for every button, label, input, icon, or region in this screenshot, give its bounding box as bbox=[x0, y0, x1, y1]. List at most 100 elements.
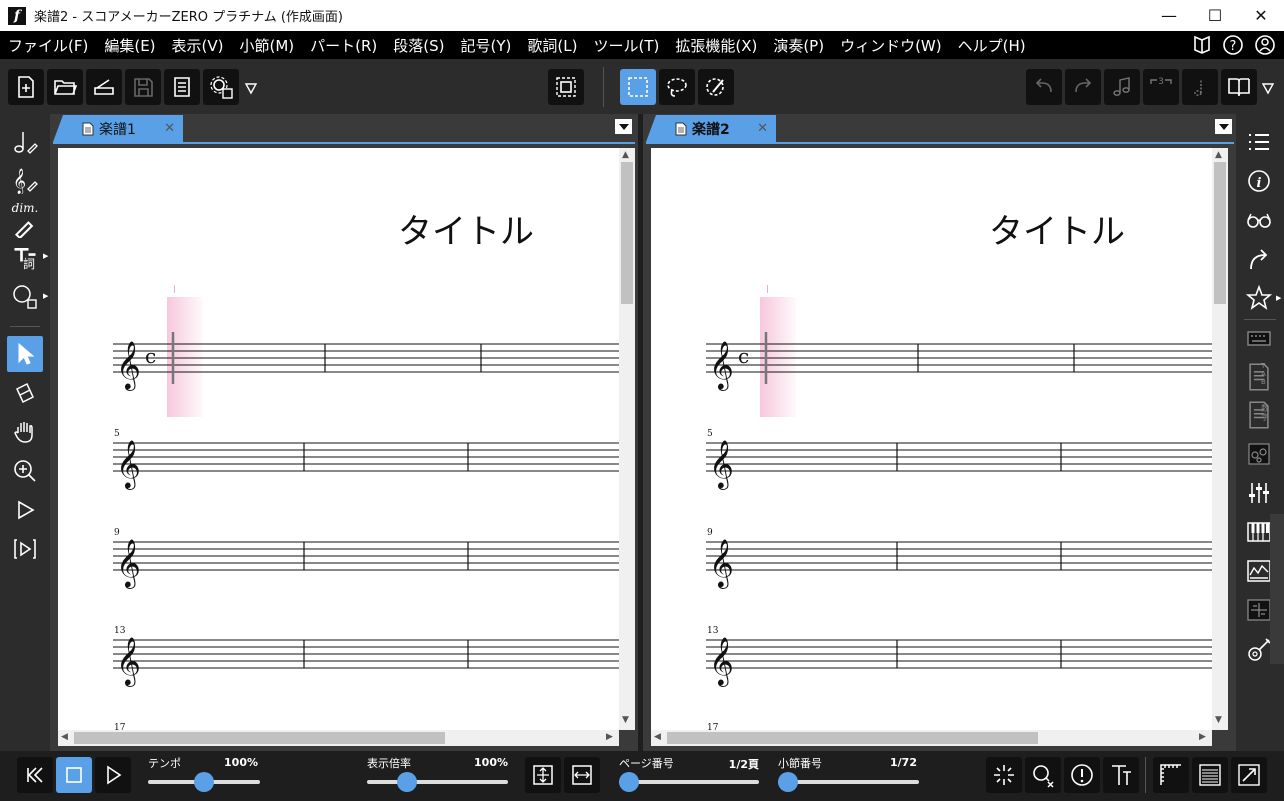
clef-pen-tool[interactable]: 𝄞 bbox=[7, 162, 43, 198]
minimize-button[interactable]: — bbox=[1146, 0, 1192, 31]
settings-button[interactable] bbox=[203, 69, 239, 105]
scroll-left-icon[interactable]: ◀ bbox=[61, 732, 68, 742]
measure-slider[interactable]: 小節番号 1/72 bbox=[778, 755, 919, 795]
common-time-signature[interactable]: c bbox=[738, 344, 749, 368]
scroll-up-icon[interactable]: ▲ bbox=[1215, 150, 1222, 160]
menu-measure[interactable]: 小節(M) bbox=[232, 35, 303, 56]
horizontal-scrollbar[interactable]: ◀ ▶ bbox=[651, 730, 1212, 746]
measure-knob[interactable] bbox=[778, 772, 798, 792]
number-score-button[interactable]: 数字 bbox=[1241, 396, 1277, 432]
score-list-button[interactable] bbox=[164, 69, 200, 105]
scroll-thumb[interactable] bbox=[74, 732, 445, 744]
menu-play[interactable]: 演奏(P) bbox=[765, 35, 832, 56]
vertical-scrollbar[interactable]: ▲ ▼ bbox=[619, 148, 635, 730]
eraser-tool[interactable] bbox=[7, 375, 43, 411]
staff-view-button[interactable] bbox=[1192, 757, 1228, 793]
tempo-slider[interactable]: テンポ 100% bbox=[148, 755, 260, 795]
close-tab-icon[interactable]: ✕ bbox=[757, 121, 768, 136]
scroll-down-icon[interactable]: ▼ bbox=[622, 715, 629, 725]
toolbar-more-right-button[interactable] bbox=[1259, 75, 1277, 101]
scroll-down-icon[interactable]: ▼ bbox=[1215, 715, 1222, 725]
account-icon[interactable] bbox=[1254, 34, 1276, 56]
menu-edit[interactable]: 編集(E) bbox=[96, 35, 163, 56]
part-list-button[interactable] bbox=[1241, 124, 1277, 160]
tab-list-dropdown[interactable] bbox=[615, 119, 632, 134]
note-pen-tool[interactable] bbox=[7, 124, 43, 160]
menu-help[interactable]: ヘルプ(H) bbox=[950, 35, 1034, 56]
hand-tool[interactable] bbox=[7, 414, 43, 450]
close-button[interactable]: ✕ bbox=[1238, 0, 1284, 31]
text-lyrics-tool[interactable]: 詞 ▶ bbox=[7, 240, 48, 276]
page-view-button[interactable] bbox=[548, 69, 584, 105]
tab-score-1[interactable]: 楽譜1 ✕ bbox=[53, 115, 183, 142]
menu-lyrics[interactable]: 歌詞(L) bbox=[519, 35, 585, 56]
menu-symbol[interactable]: 記号(Y) bbox=[453, 35, 520, 56]
help-icon[interactable]: ? bbox=[1222, 34, 1244, 56]
horizontal-scrollbar[interactable]: ◀ ▶ bbox=[58, 730, 619, 746]
zoom-slider[interactable]: 表示倍率 100% bbox=[367, 755, 508, 795]
common-time-signature[interactable]: c bbox=[145, 344, 156, 368]
play-button[interactable] bbox=[95, 757, 131, 793]
view-glasses-button[interactable] bbox=[1241, 202, 1277, 238]
stop-button[interactable] bbox=[56, 757, 92, 793]
close-tab-icon[interactable]: ✕ bbox=[164, 121, 175, 136]
menu-system[interactable]: 段落(S) bbox=[385, 35, 452, 56]
spot-button[interactable] bbox=[986, 757, 1022, 793]
scroll-thumb[interactable] bbox=[667, 732, 1038, 744]
scroll-up-icon[interactable]: ▲ bbox=[622, 150, 629, 160]
manual-icon[interactable] bbox=[1192, 34, 1212, 54]
tab-list-dropdown[interactable] bbox=[1215, 119, 1232, 134]
shape-tool[interactable]: ▶ bbox=[7, 278, 48, 314]
maximize-button[interactable]: ☐ bbox=[1192, 0, 1238, 31]
text-format-button[interactable] bbox=[1103, 757, 1139, 793]
check-errors-button[interactable] bbox=[1064, 757, 1100, 793]
tempo-knob[interactable] bbox=[194, 772, 214, 792]
score-page[interactable]: タイトル 𝄞 𝄞 𝄞 𝄞 c 5 9 13 17 bbox=[651, 148, 1212, 730]
pen-select-button[interactable] bbox=[698, 69, 734, 105]
staff-system-3[interactable]: 𝄞 bbox=[113, 538, 619, 589]
search-clear-button[interactable] bbox=[1025, 757, 1061, 793]
menu-part[interactable]: パート(R) bbox=[302, 35, 385, 56]
new-score-button[interactable] bbox=[8, 69, 44, 105]
staff-system-2[interactable]: 𝄞 bbox=[706, 439, 1212, 490]
panel-scroll-edge[interactable] bbox=[1270, 514, 1284, 664]
page-slider[interactable]: ページ番号 1/2頁 bbox=[619, 755, 761, 795]
rest-button[interactable] bbox=[1182, 69, 1218, 105]
rect-select-button[interactable] bbox=[620, 69, 656, 105]
measure-track[interactable] bbox=[778, 780, 919, 784]
staff-system-4[interactable]: 𝄞 bbox=[113, 636, 619, 687]
keyboard-input-button[interactable] bbox=[1241, 320, 1277, 356]
play-from-selection-tool[interactable] bbox=[7, 531, 43, 567]
triplet-button[interactable]: 3 bbox=[1143, 69, 1179, 105]
redo-button[interactable] bbox=[1065, 69, 1101, 105]
staff-system-1[interactable]: 𝄞 bbox=[113, 332, 619, 391]
play-tool[interactable] bbox=[7, 492, 43, 528]
undo-button[interactable] bbox=[1026, 69, 1062, 105]
lasso-select-button[interactable] bbox=[659, 69, 695, 105]
zoom-track[interactable] bbox=[367, 780, 508, 784]
staff-system-4[interactable]: 𝄞 bbox=[706, 636, 1212, 687]
scroll-right-icon[interactable]: ▶ bbox=[1199, 732, 1206, 742]
staff-system-1[interactable]: 𝄞 bbox=[706, 332, 1212, 391]
book-view-button[interactable] bbox=[1221, 69, 1257, 105]
zoom-tool[interactable] bbox=[7, 453, 43, 489]
mixer-button[interactable] bbox=[1241, 475, 1277, 511]
info-button[interactable]: i bbox=[1241, 163, 1277, 199]
tab-score-2[interactable]: 楽譜2 ✕ bbox=[646, 115, 776, 142]
page-track[interactable] bbox=[619, 780, 759, 784]
toolbar-more-button[interactable] bbox=[242, 75, 260, 101]
menu-view[interactable]: 表示(V) bbox=[164, 35, 232, 56]
scroll-thumb[interactable] bbox=[1214, 162, 1226, 304]
zoom-knob[interactable] bbox=[397, 772, 417, 792]
tab-score-button[interactable]: TAB bbox=[1241, 358, 1277, 394]
ruler-button[interactable] bbox=[1153, 757, 1189, 793]
select-tool[interactable] bbox=[7, 336, 43, 372]
menu-file[interactable]: ファイル(F) bbox=[0, 35, 96, 56]
drum-score-button[interactable] bbox=[1241, 436, 1277, 472]
scroll-thumb[interactable] bbox=[621, 162, 633, 304]
note-input-button[interactable] bbox=[1104, 69, 1140, 105]
open-button[interactable] bbox=[47, 69, 83, 105]
vertical-scrollbar[interactable]: ▲ ▼ bbox=[1212, 148, 1228, 730]
menu-extensions[interactable]: 拡張機能(X) bbox=[667, 35, 765, 56]
scroll-right-icon[interactable]: ▶ bbox=[606, 732, 613, 742]
